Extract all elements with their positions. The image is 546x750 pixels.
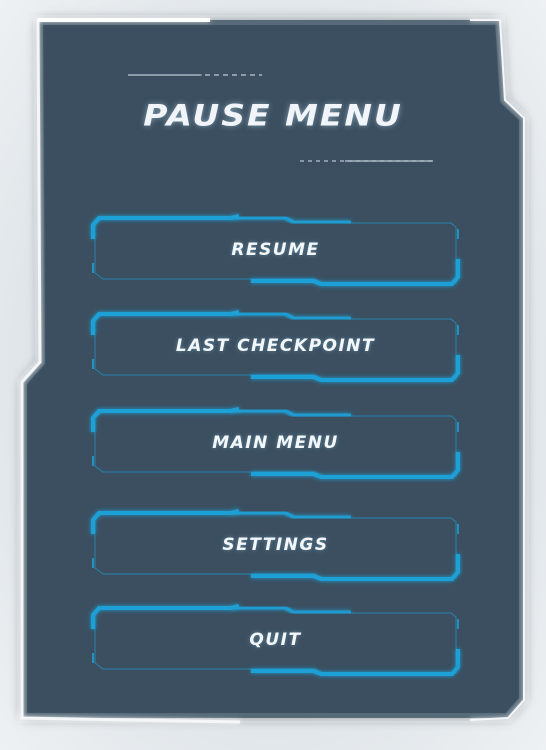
menu-title: PAUSE MENU xyxy=(143,98,403,133)
main-menu-button-label: MAIN MENU xyxy=(212,433,339,453)
last-checkpoint-button[interactable]: LAST CHECKPOINT xyxy=(91,310,460,382)
settings-button-label: SETTINGS xyxy=(222,535,329,555)
settings-button[interactable]: SETTINGS xyxy=(91,509,460,581)
pause-menu-screen: PAUSE MENU RESUME LAST CHECKPOINT MAIN M… xyxy=(0,0,546,750)
quit-button-label: QUIT xyxy=(249,630,302,650)
quit-button[interactable]: QUIT xyxy=(91,604,460,676)
last-checkpoint-button-label: LAST CHECKPOINT xyxy=(175,336,376,356)
title-bottom-divider xyxy=(345,160,433,162)
main-menu-button[interactable]: MAIN MENU xyxy=(91,407,460,479)
title-top-divider-dots xyxy=(205,74,262,76)
resume-button-label: RESUME xyxy=(231,240,320,260)
resume-button[interactable]: RESUME xyxy=(91,214,460,286)
title-container: PAUSE MENU xyxy=(0,96,546,135)
